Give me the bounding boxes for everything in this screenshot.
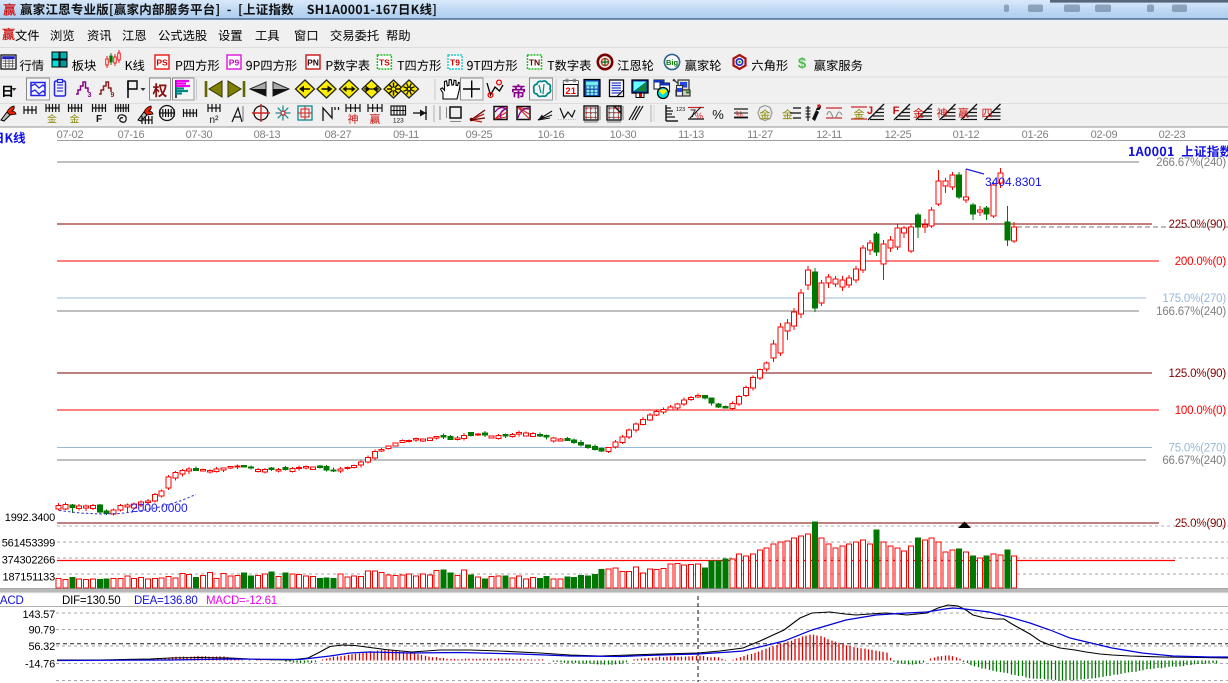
svg-text:10-30: 10-30 (610, 129, 637, 141)
svg-text:08-13: 08-13 (254, 129, 281, 141)
svg-text:56.32: 56.32 (28, 641, 55, 653)
svg-text:12-25: 12-25 (885, 129, 912, 141)
svg-text:11-13: 11-13 (678, 129, 704, 141)
svg-text:143.57: 143.57 (23, 609, 56, 621)
svg-text:F: F (96, 114, 102, 125)
svg-text:75.0%(270): 75.0%(270) (1169, 443, 1227, 455)
svg-text:08-27: 08-27 (325, 129, 352, 141)
svg-text:09-11: 09-11 (393, 129, 419, 141)
svg-text:561453399: 561453399 (2, 538, 55, 550)
svg-text:11-27: 11-27 (747, 129, 773, 141)
svg-text:DEA=136.80: DEA=136.80 (134, 595, 198, 607)
svg-text:2000.0000: 2000.0000 (131, 501, 188, 515)
svg-text:187151133: 187151133 (3, 572, 56, 584)
svg-text:374302266: 374302266 (2, 555, 55, 567)
svg-text:1992.3400: 1992.3400 (5, 512, 55, 524)
svg-text:12-11: 12-11 (816, 129, 842, 141)
svg-text:25.0%(90): 25.0%(90) (1175, 518, 1227, 530)
svg-text:MACD=-12.61: MACD=-12.61 (206, 595, 277, 607)
svg-text:166.67%(240): 166.67%(240) (1156, 306, 1226, 318)
svg-text:01-12: 01-12 (953, 129, 980, 141)
svg-text:TS: TS (379, 58, 390, 68)
svg-text:100.0%(0): 100.0%(0) (1175, 405, 1227, 417)
svg-text:09-25: 09-25 (466, 129, 493, 141)
svg-text:T9: T9 (450, 58, 460, 68)
svg-text:P9: P9 (229, 58, 240, 68)
svg-text:9: 9 (111, 92, 115, 99)
svg-text:02-23: 02-23 (1159, 129, 1186, 141)
svg-text:Big: Big (666, 58, 679, 67)
svg-text:07-02: 07-02 (57, 129, 84, 141)
svg-text:02-09: 02-09 (1091, 129, 1118, 141)
svg-text:07-16: 07-16 (118, 129, 145, 141)
svg-text:125.0%(90): 125.0%(90) (1169, 368, 1227, 380)
svg-text:DIF=130.50: DIF=130.50 (62, 595, 120, 607)
svg-text:%: % (735, 109, 743, 119)
svg-text:n²: n² (210, 115, 220, 126)
svg-text:PN: PN (307, 58, 319, 68)
svg-text:10-16: 10-16 (538, 129, 565, 141)
svg-text:$: $ (798, 55, 807, 72)
svg-text:3: 3 (88, 92, 92, 99)
svg-text:F: F (893, 105, 900, 117)
svg-text:-14.76: -14.76 (25, 659, 55, 671)
svg-text:123: 123 (393, 118, 404, 125)
svg-text:01-26: 01-26 (1022, 129, 1049, 141)
svg-text:21: 21 (565, 86, 576, 97)
svg-text:%: % (712, 107, 724, 122)
svg-text:TN: TN (529, 58, 540, 68)
svg-text:200.0%(0): 200.0%(0) (1175, 256, 1227, 268)
svg-text:07-30: 07-30 (186, 129, 213, 141)
svg-text:3404.8301: 3404.8301 (985, 175, 1042, 189)
svg-text:PS: PS (156, 58, 168, 68)
svg-text:66.67%(240): 66.67%(240) (1162, 455, 1226, 467)
svg-text:J: J (867, 105, 873, 117)
svg-text:123: 123 (676, 107, 685, 113)
svg-text:225.0%(90): 225.0%(90) (1169, 219, 1227, 231)
svg-text:90.79: 90.79 (28, 625, 55, 637)
svg-text:MACD: MACD (0, 595, 24, 607)
svg-text:266.67%(240): 266.67%(240) (1156, 157, 1226, 169)
svg-text:175.0%(270): 175.0%(270) (1162, 293, 1226, 305)
